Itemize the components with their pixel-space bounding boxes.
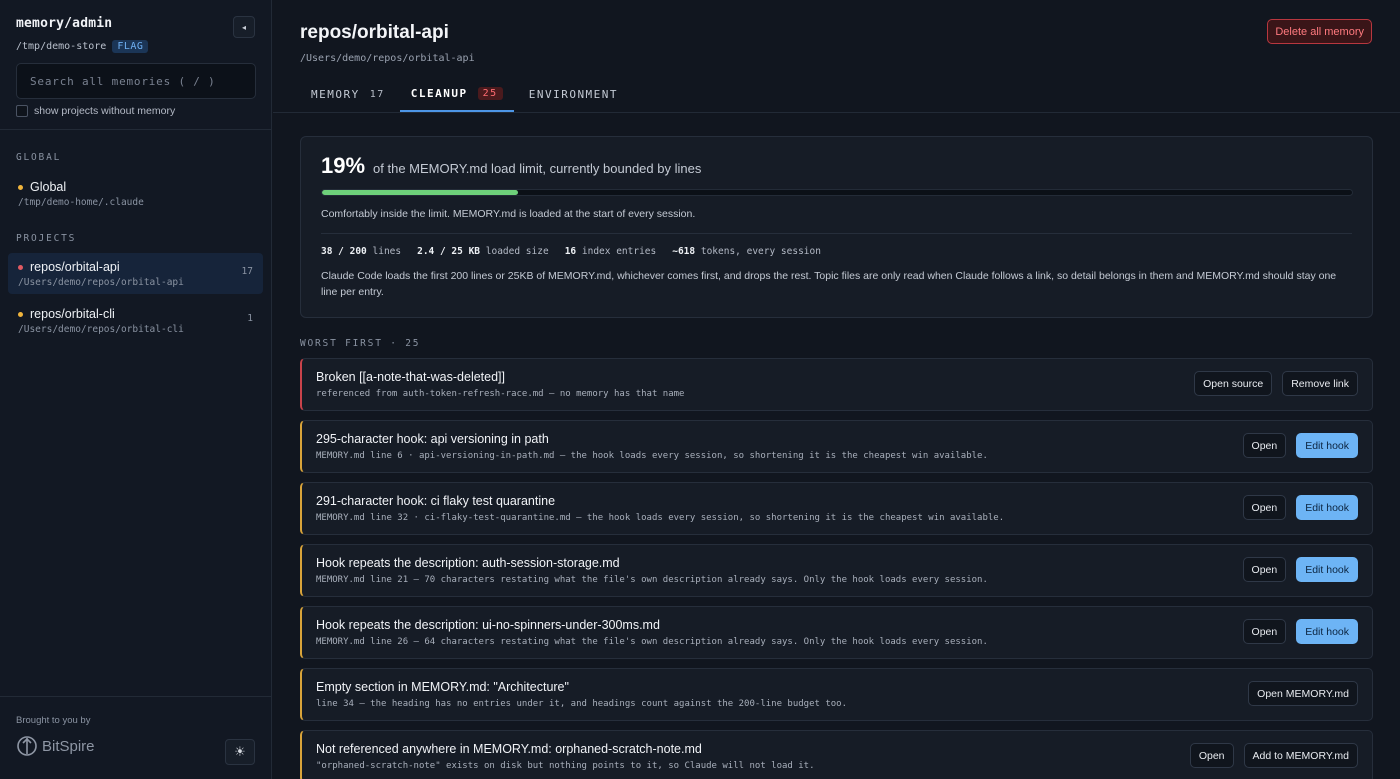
- bitspire-logo[interactable]: BitSpire: [16, 735, 255, 757]
- edit-hook-button[interactable]: Edit hook: [1296, 557, 1358, 582]
- sidebar-item-label: repos/orbital-cli: [30, 307, 115, 321]
- brought-to-you-label: Brought to you by: [16, 715, 91, 726]
- collapse-sidebar-button[interactable]: ◂: [233, 16, 255, 38]
- sidebar-item-count: 1: [247, 313, 253, 324]
- load-percent: 19%: [321, 153, 366, 178]
- tab-count: 17: [369, 89, 385, 100]
- issue-title: Hook repeats the description: auth-sessi…: [316, 556, 620, 570]
- issue-title: Empty section in MEMORY.md: "Architectur…: [316, 680, 569, 694]
- issue-detail: MEMORY.md line 26 — 64 characters restat…: [316, 637, 988, 647]
- issue-detail: MEMORY.md line 6 · api-versioning-in-pat…: [316, 451, 988, 461]
- open-button[interactable]: Open: [1242, 557, 1287, 582]
- issue-card: Empty section in MEMORY.md: "Architectur…: [300, 668, 1373, 721]
- issue-card: Hook repeats the description: ui-no-spin…: [300, 606, 1373, 659]
- search-placeholder: Search all memories ( / ): [30, 74, 216, 88]
- sidebar-item-label: repos/orbital-api: [30, 260, 120, 274]
- tab-count-badge: 25: [477, 87, 503, 100]
- tab-environment[interactable]: ENVIRONMENT: [518, 77, 629, 112]
- tab-label: CLEANUP: [410, 87, 468, 100]
- cleanup-content: 19% of the MEMORY.md load limit, current…: [273, 113, 1400, 779]
- open-memory-md-button[interactable]: Open MEMORY.md: [1248, 681, 1358, 706]
- issue-detail: MEMORY.md line 32 · ci-flaky-test-quaran…: [316, 513, 1005, 523]
- issue-detail: MEMORY.md line 21 — 70 characters restat…: [316, 575, 988, 585]
- sidebar-item-orbital-api[interactable]: repos/orbital-api /Users/demo/repos/orbi…: [8, 253, 263, 294]
- issue-card: 295-character hook: api versioning in pa…: [300, 420, 1373, 473]
- add-to-memory-md-button[interactable]: Add to MEMORY.md: [1243, 743, 1358, 768]
- load-status-note: Comfortably inside the limit. MEMORY.md …: [321, 208, 696, 220]
- projects-section-label: PROJECTS: [16, 233, 77, 244]
- sidebar-header: memory/admin /tmp/demo-store FLAG ◂ Sear…: [0, 0, 271, 130]
- open-button[interactable]: Open: [1242, 433, 1287, 458]
- delete-all-memory-button[interactable]: Delete all memory: [1267, 19, 1372, 44]
- open-source-button[interactable]: Open source: [1194, 371, 1273, 396]
- status-dot: [18, 264, 23, 270]
- load-explanation: Claude Code loads the first 200 lines or…: [321, 270, 1337, 298]
- sidebar-item-path: /Users/demo/repos/orbital-cli: [18, 324, 184, 335]
- open-button[interactable]: Open: [1242, 495, 1287, 520]
- search-input[interactable]: Search all memories ( / ): [16, 63, 256, 99]
- logo-text: BitSpire: [42, 737, 95, 755]
- stat-tokens: ~618 tokens, every session: [672, 246, 821, 257]
- tab-bar: MEMORY 17 CLEANUP 25 ENVIRONMENT: [300, 77, 633, 112]
- worst-first-label: WORST FIRST · 25: [300, 338, 421, 349]
- theme-toggle-button[interactable]: ☀: [225, 739, 255, 765]
- issue-card: 291-character hook: ci flaky test quaran…: [300, 482, 1373, 535]
- page-path: /Users/demo/repos/orbital-api: [300, 53, 475, 64]
- open-button[interactable]: Open: [1242, 619, 1287, 644]
- sidebar-item-count: 17: [241, 266, 253, 277]
- divider: [321, 233, 1352, 234]
- chevron-left-icon: ◂: [241, 22, 246, 32]
- stat-lines: 38 / 200 lines: [321, 246, 402, 257]
- issue-title: Hook repeats the description: ui-no-spin…: [316, 618, 660, 632]
- show-without-memory-toggle[interactable]: show projects without memory: [16, 105, 255, 117]
- status-dot: [18, 311, 23, 317]
- tab-memory[interactable]: MEMORY 17: [300, 77, 396, 112]
- bitspire-logo-icon: [17, 736, 37, 756]
- edit-hook-button[interactable]: Edit hook: [1296, 495, 1358, 520]
- remove-link-button[interactable]: Remove link: [1282, 371, 1358, 396]
- global-section-label: GLOBAL: [16, 152, 62, 163]
- sidebar-item-path: /Users/demo/repos/orbital-api: [18, 277, 184, 288]
- load-progress-bar: [321, 189, 1353, 196]
- edit-hook-button[interactable]: Edit hook: [1296, 433, 1358, 458]
- sidebar-item-path: /tmp/demo-home/.claude: [18, 197, 144, 208]
- load-progress-fill: [322, 190, 518, 195]
- issue-card: Hook repeats the description: auth-sessi…: [300, 544, 1373, 597]
- store-line: /tmp/demo-store FLAG: [16, 40, 255, 53]
- checkbox-label: show projects without memory: [34, 105, 176, 117]
- store-path: /tmp/demo-store: [16, 41, 107, 52]
- app-title: memory/admin: [16, 16, 113, 31]
- issue-detail: line 34 — the heading has no entries und…: [316, 699, 848, 709]
- edit-hook-button[interactable]: Edit hook: [1296, 619, 1358, 644]
- issue-title: 295-character hook: api versioning in pa…: [316, 432, 549, 446]
- stat-size: 2.4 / 25 KB loaded size: [417, 246, 549, 257]
- sidebar: memory/admin /tmp/demo-store FLAG ◂ Sear…: [0, 0, 272, 779]
- tab-label: ENVIRONMENT: [528, 88, 619, 101]
- issue-card: Broken [[a-note-that-was-deleted]] refer…: [300, 358, 1373, 411]
- sidebar-footer: Brought to you by BitSpire ☀: [0, 696, 271, 779]
- tab-cleanup[interactable]: CLEANUP 25: [399, 77, 514, 112]
- checkbox[interactable]: [16, 105, 28, 117]
- open-button[interactable]: Open: [1189, 743, 1234, 768]
- load-limit-panel: 19% of the MEMORY.md load limit, current…: [300, 136, 1373, 318]
- main-panel: repos/orbital-api /Users/demo/repos/orbi…: [273, 0, 1400, 779]
- issue-card: Not referenced anywhere in MEMORY.md: or…: [300, 730, 1373, 779]
- sidebar-item-orbital-cli[interactable]: repos/orbital-cli /Users/demo/repos/orbi…: [8, 300, 263, 341]
- sun-icon: ☀: [234, 744, 246, 759]
- sidebar-item-label: Global: [30, 180, 67, 194]
- issue-title: 291-character hook: ci flaky test quaran…: [316, 494, 556, 508]
- main-header: repos/orbital-api /Users/demo/repos/orbi…: [273, 0, 1400, 113]
- issue-list: Broken [[a-note-that-was-deleted]] refer…: [300, 358, 1373, 779]
- page-title: repos/orbital-api: [300, 22, 449, 43]
- sidebar-item-global[interactable]: Global /tmp/demo-home/.claude: [8, 173, 263, 214]
- load-stats: 38 / 200 lines 2.4 / 25 KB loaded size 1…: [321, 246, 1352, 257]
- stat-entries: 16 index entries: [564, 246, 657, 257]
- flag-badge: FLAG: [112, 40, 149, 53]
- status-dot: [18, 184, 23, 190]
- load-percent-description: of the MEMORY.md load limit, currently b…: [373, 161, 702, 176]
- tab-label: MEMORY: [311, 88, 360, 101]
